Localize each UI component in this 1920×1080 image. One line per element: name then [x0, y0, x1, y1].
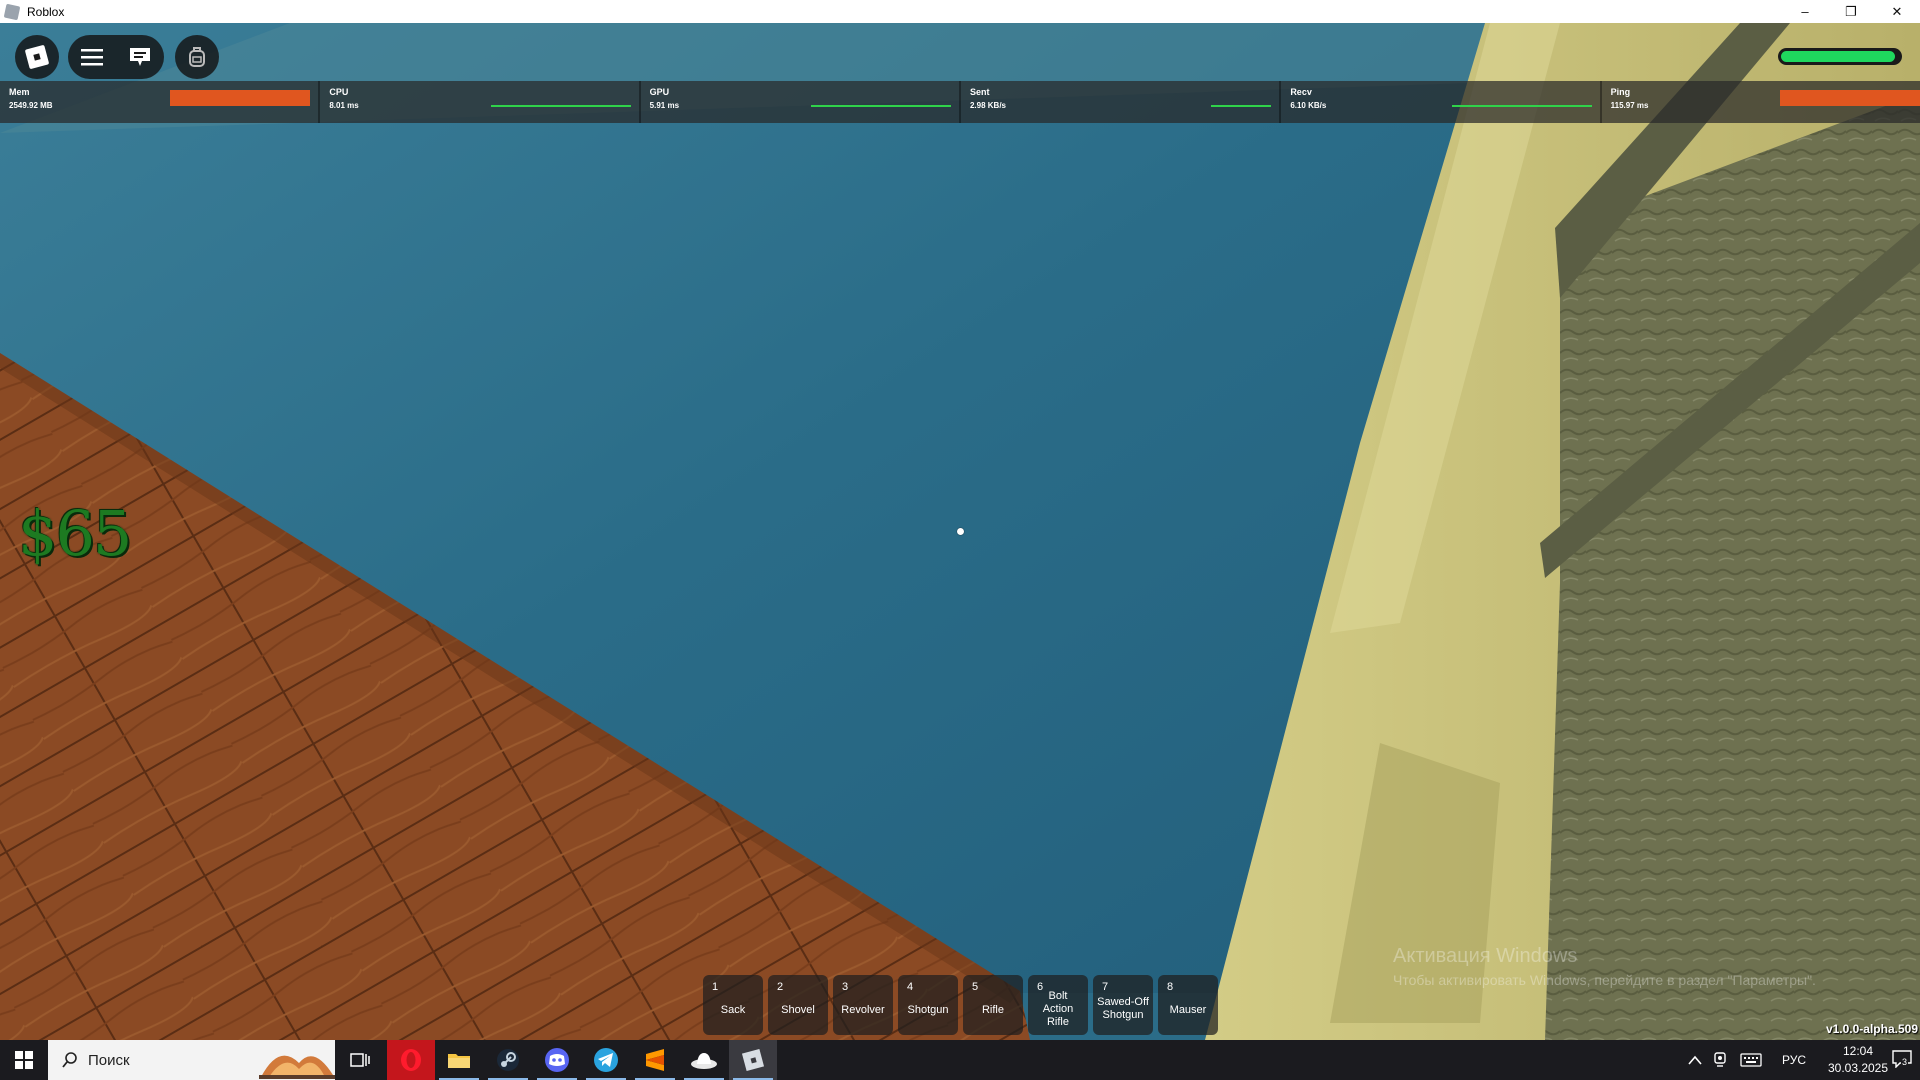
slot-label: Sack	[720, 1003, 746, 1016]
stat-line-graph	[810, 105, 951, 107]
stat-line-graph	[490, 105, 631, 107]
hotbar-slot-shovel[interactable]: 2 Shovel	[768, 975, 828, 1035]
window-title: Roblox	[27, 4, 65, 19]
input-language[interactable]: РУС	[1782, 1053, 1806, 1067]
stat-name: Ping	[1610, 87, 1631, 97]
sublime-text-icon	[646, 1049, 664, 1071]
taskbar-sublime-text[interactable]	[631, 1040, 679, 1080]
backpack-button[interactable]	[175, 35, 219, 79]
stat-value: 2.98 KB/s	[969, 101, 1007, 110]
start-button[interactable]	[0, 1040, 47, 1080]
keyboard-icon[interactable]	[1740, 1053, 1762, 1067]
stat-name: Recv	[1290, 87, 1312, 97]
stat-value: 5.91 ms	[649, 101, 680, 110]
webcam-icon[interactable]	[1712, 1052, 1728, 1068]
game-version: v1.0.0-alpha.509	[1825, 1022, 1918, 1036]
taskbar-search-box[interactable]: Поиск	[48, 1040, 335, 1080]
stat-name: CPU	[329, 87, 349, 97]
taskbar-file-explorer[interactable]	[435, 1040, 483, 1080]
restore-button[interactable]: ❐	[1828, 0, 1874, 23]
performance-stats-bar: Mem 2549.92 MB CPU 8.01 ms GPU 5.91 ms S…	[0, 81, 1920, 123]
hotbar-slot-rifle[interactable]: 5 Rifle	[963, 975, 1023, 1035]
folder-icon	[448, 1054, 470, 1068]
steam-icon	[497, 1049, 519, 1071]
slot-label: Shovel	[781, 1003, 815, 1016]
stat-name: Sent	[969, 87, 990, 97]
stat-line-graph	[1451, 105, 1592, 107]
stat-value: 2549.92 MB	[9, 101, 53, 110]
roblox-menu-button[interactable]	[15, 35, 59, 79]
money-display: $65	[18, 497, 132, 570]
menu-chat-group	[68, 35, 164, 79]
hotbar: 1 Sack 2 Shovel 3 Revolver 4 Shotgun 5 Rifle …	[703, 975, 1218, 1035]
taskbar-steam[interactable]	[484, 1040, 532, 1080]
stat-recv[interactable]: Recv 6.10 KB/s	[1281, 81, 1602, 123]
stat-gpu[interactable]: GPU 5.91 ms	[641, 81, 961, 123]
slot-label: Revolver	[841, 1003, 885, 1016]
search-highlight-illustration-icon	[259, 1055, 335, 1079]
notification-count-badge: 3	[1901, 1057, 1909, 1067]
crosshair	[957, 528, 964, 535]
hotbar-slot-bolt-action-rifle[interactable]: 6 Bolt Action Rifle	[1028, 975, 1088, 1035]
taskbar-roblox[interactable]	[729, 1040, 777, 1080]
taskbar-clock[interactable]: 12:04 30.03.2025	[1825, 1043, 1891, 1077]
stat-bar-graph	[170, 90, 311, 106]
hat-icon	[691, 1053, 717, 1069]
slot-label: Bolt Action Rifle	[1042, 989, 1074, 1028]
stat-line-graph	[1211, 105, 1272, 107]
chat-icon	[130, 48, 150, 66]
windows-logo-icon	[14, 1051, 33, 1069]
window-titlebar: Roblox – ❐ ✕	[0, 0, 1920, 24]
hotbar-slot-sack[interactable]: 1 Sack	[703, 975, 763, 1035]
slot-label: Rifle	[981, 1003, 1004, 1016]
chevron-up-icon[interactable]	[1688, 1055, 1702, 1065]
stat-value: 8.01 ms	[329, 101, 359, 110]
stat-name: Mem	[9, 87, 30, 97]
clock-time: 12:04	[1842, 1044, 1874, 1058]
roblox-app-icon	[3, 3, 21, 20]
roblox-logo-icon	[24, 44, 50, 70]
taskbar-hat-app[interactable]	[680, 1040, 728, 1080]
stat-sent[interactable]: Sent 2.98 KB/s	[961, 81, 1282, 123]
backpack-icon	[189, 47, 205, 67]
hamburger-icon	[81, 49, 103, 66]
taskbar-discord[interactable]	[533, 1040, 581, 1080]
slot-label: Shotgun	[907, 1003, 949, 1016]
stat-mem[interactable]: Mem 2549.92 MB	[0, 81, 321, 123]
hotbar-slot-mauser[interactable]: 8 Mauser	[1158, 975, 1218, 1035]
activation-watermark-title: Активация Windows	[1393, 945, 1578, 967]
roblox-icon	[742, 1049, 764, 1071]
task-view-button[interactable]	[336, 1040, 384, 1080]
stat-cpu[interactable]: CPU 8.01 ms	[320, 81, 641, 123]
slot-label: Mauser	[1169, 1003, 1207, 1016]
task-view-icon	[350, 1053, 370, 1067]
hamburger-menu-button[interactable]	[68, 48, 116, 66]
discord-icon	[545, 1048, 569, 1072]
taskbar-opera[interactable]	[387, 1040, 435, 1080]
opera-icon	[401, 1049, 421, 1071]
health-bar	[1778, 48, 1902, 65]
close-button[interactable]: ✕	[1874, 0, 1920, 23]
minimize-button[interactable]: –	[1782, 0, 1828, 23]
search-icon	[62, 1052, 77, 1068]
telegram-icon	[594, 1048, 618, 1072]
notification-center-button[interactable]: 3	[1892, 1050, 1914, 1070]
hotbar-slot-shotgun[interactable]: 4 Shotgun	[898, 975, 958, 1035]
taskbar-telegram[interactable]	[582, 1040, 630, 1080]
chat-button[interactable]	[116, 46, 164, 68]
stat-value: 6.10 KB/s	[1290, 101, 1327, 110]
slot-label: Sawed-Off Shotgun	[1097, 996, 1149, 1021]
windows-taskbar: Поиск РУС 12:04 30.03.2025 3	[0, 1040, 1920, 1080]
search-placeholder: Поиск	[88, 1051, 130, 1069]
health-bar-fill	[1781, 51, 1895, 62]
activation-watermark-text: Чтобы активировать Windows, перейдите в …	[1393, 972, 1816, 988]
stat-name: GPU	[649, 87, 670, 97]
stat-bar-graph	[1779, 90, 1920, 106]
game-viewport[interactable]: Mem 2549.92 MB CPU 8.01 ms GPU 5.91 ms S…	[0, 23, 1920, 1040]
stat-value: 115.97 ms	[1610, 101, 1649, 110]
clock-date: 30.03.2025	[1827, 1061, 1889, 1075]
hotbar-slot-revolver[interactable]: 3 Revolver	[833, 975, 893, 1035]
hotbar-slot-sawed-off-shotgun[interactable]: 7 Sawed-Off Shotgun	[1093, 975, 1153, 1035]
stat-ping[interactable]: Ping 115.97 ms	[1602, 81, 1920, 123]
